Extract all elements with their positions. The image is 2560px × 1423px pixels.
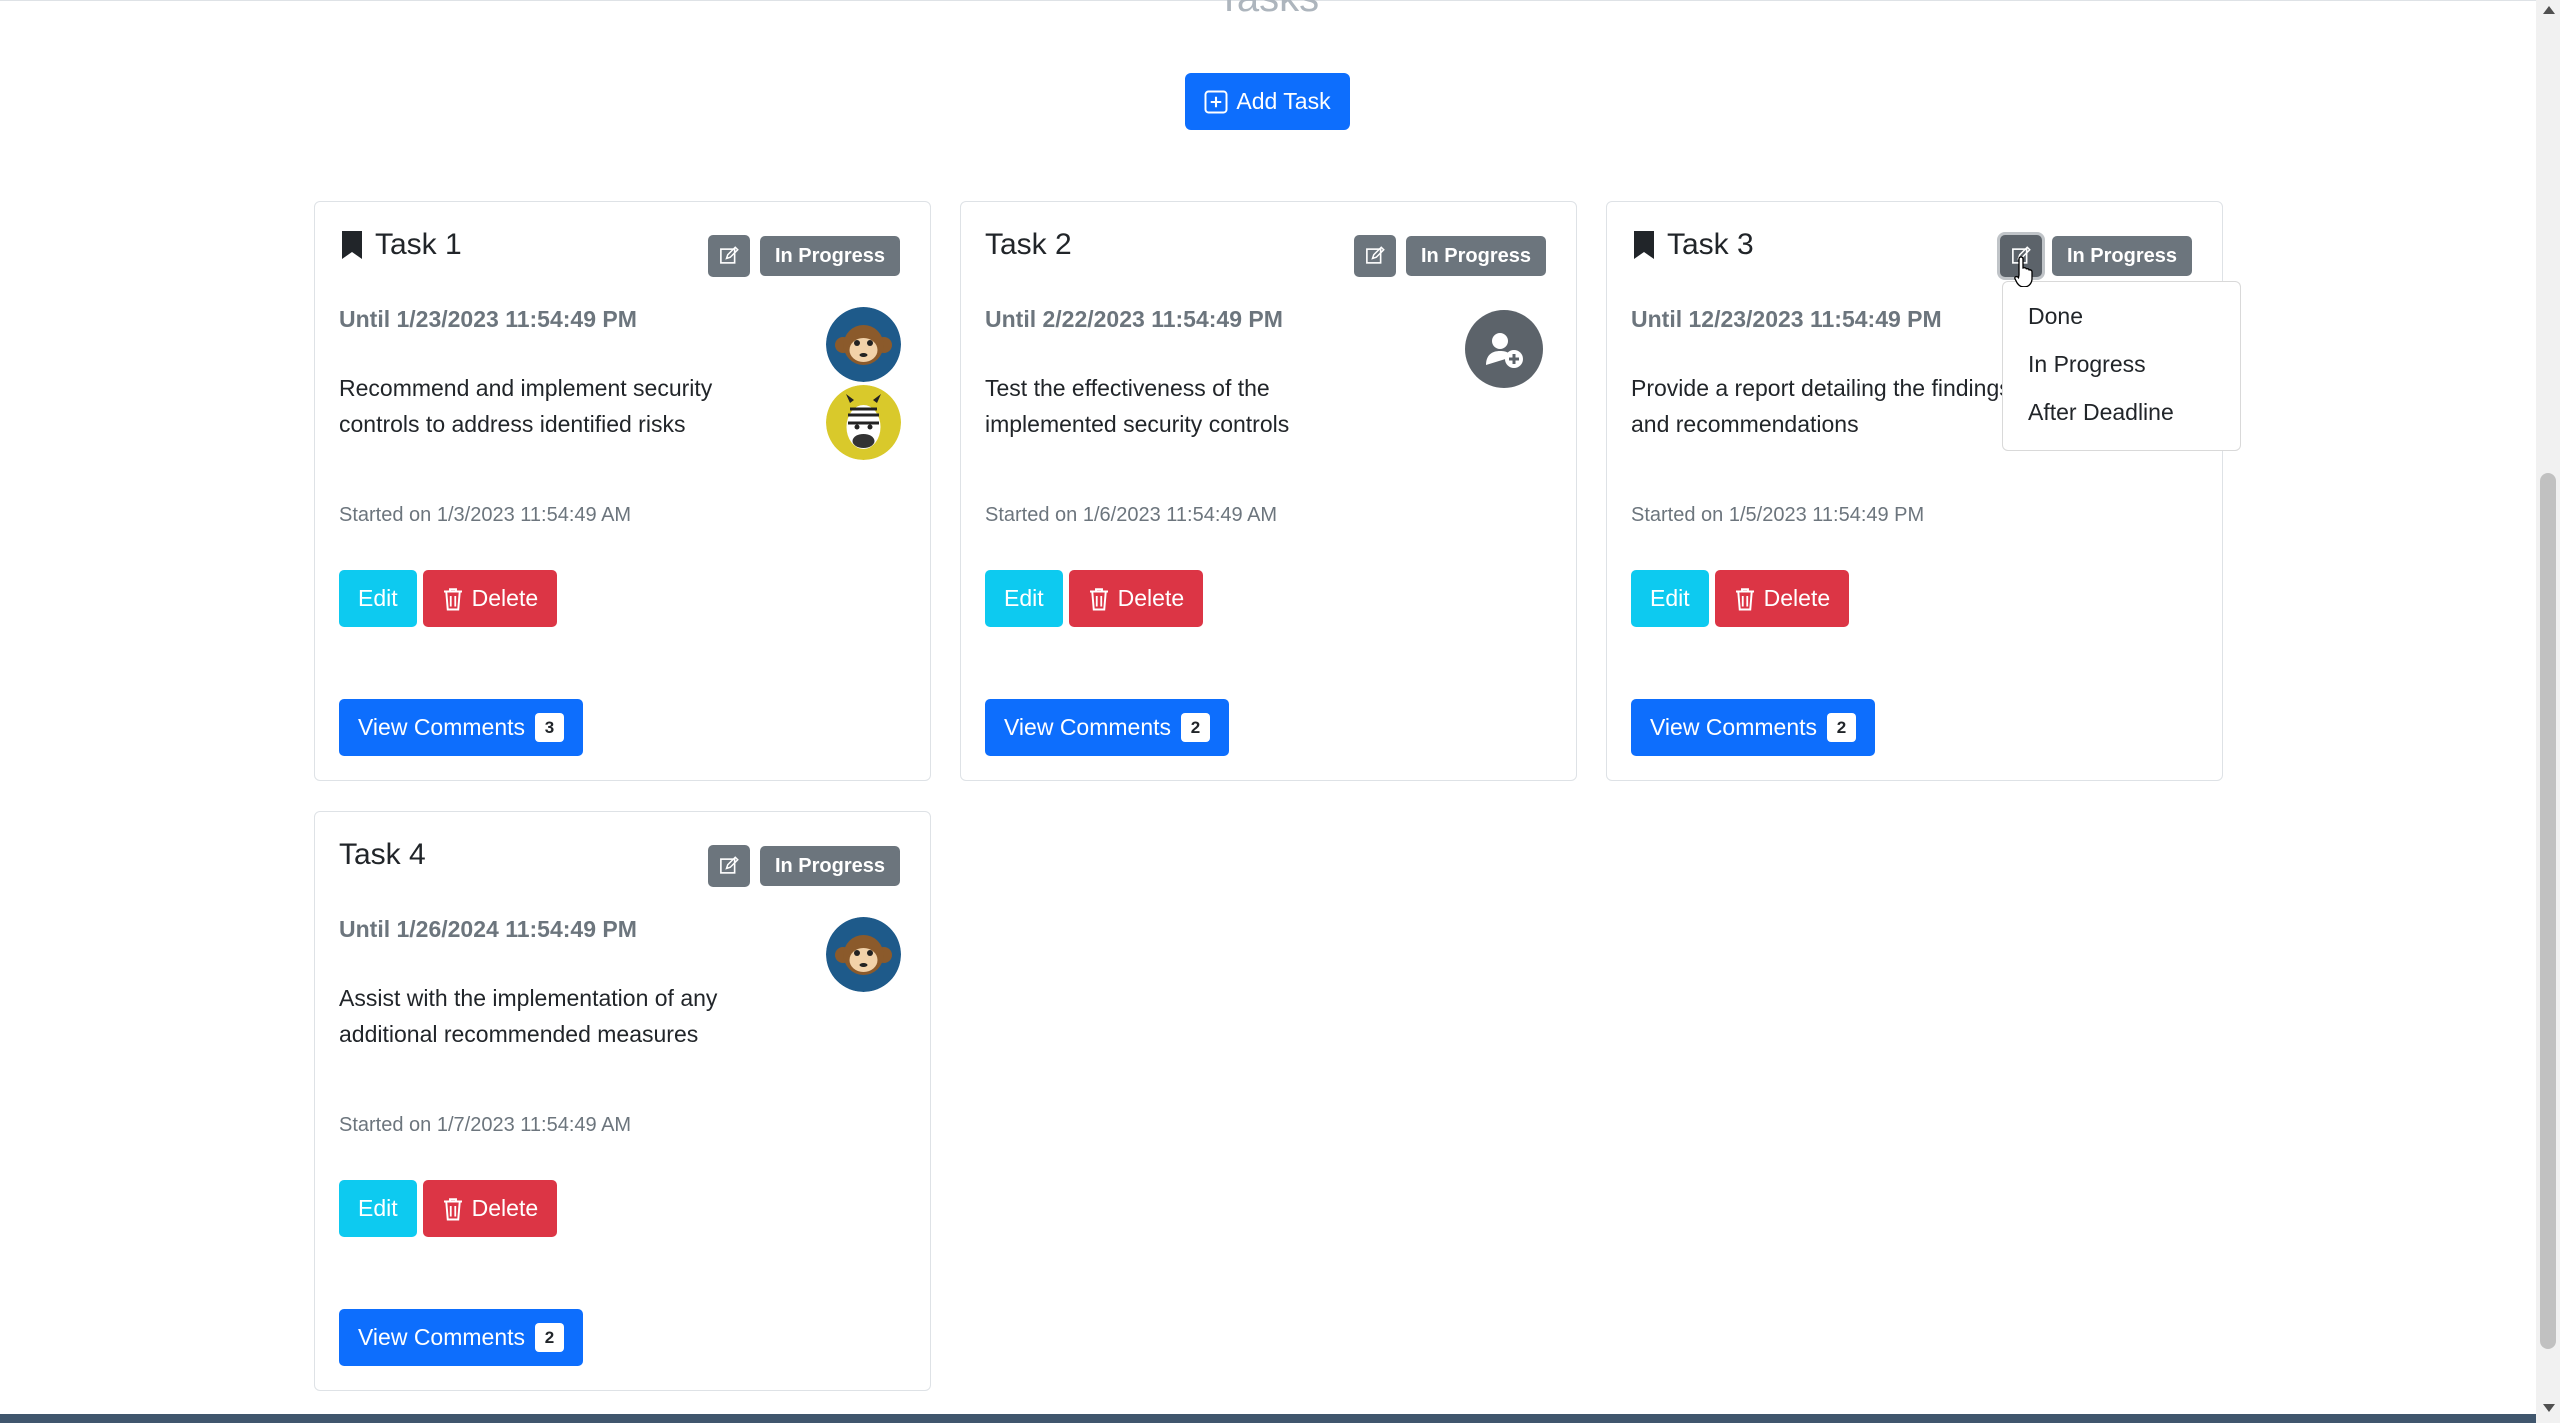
zebra-avatar[interactable] <box>826 385 901 460</box>
task-card-2: Task 2 In Progress Until 2/22/2023 11:54… <box>960 201 1577 781</box>
status-option-in-progress[interactable]: In Progress <box>2003 340 2240 388</box>
status-badge: In Progress <box>759 846 900 886</box>
task-description: Assist with the implementation of any ad… <box>339 985 718 1047</box>
task-description: Test the effectiveness of the implemente… <box>985 375 1290 437</box>
status-toggle-button[interactable] <box>707 845 750 887</box>
view-comments-button[interactable]: View Comments 3 <box>339 699 584 756</box>
vertical-scrollbar[interactable] <box>2536 0 2560 1423</box>
assignee-list <box>826 307 901 460</box>
task-card-4: Task 4 In Progress Until 1/26/2024 11:54… <box>314 811 931 1391</box>
add-task-label: Add Task <box>1236 88 1331 114</box>
task-title: Task 3 <box>1631 228 1754 262</box>
trash-icon <box>443 587 462 610</box>
monkey-avatar[interactable] <box>826 917 901 992</box>
edit-square-icon <box>1366 246 1385 264</box>
status-dropdown-menu: Done In Progress After Deadline <box>2002 281 2241 451</box>
view-comments-button[interactable]: View Comments 2 <box>1631 699 1876 756</box>
delete-button[interactable]: Delete <box>1714 570 1850 627</box>
scrollbar-thumb[interactable] <box>2540 473 2556 1349</box>
person-plus-icon <box>1486 333 1523 368</box>
trash-icon <box>1089 587 1108 610</box>
task-title: Task 1 <box>339 228 462 262</box>
status-badge: In Progress <box>2051 236 2192 276</box>
bookmark-icon <box>1634 231 1654 259</box>
status-option-done[interactable]: Done <box>2003 292 2240 340</box>
delete-button[interactable]: Delete <box>1068 570 1204 627</box>
comment-count-badge: 2 <box>535 1323 565 1352</box>
edit-square-icon <box>720 246 739 264</box>
task-title: Task 2 <box>985 228 1072 261</box>
task-due-date: Until 12/23/2023 11:54:49 PM <box>1631 306 1942 332</box>
comment-count-badge: 2 <box>1181 713 1211 742</box>
scroll-up-arrow-icon[interactable] <box>2543 6 2555 14</box>
task-start-date: Started on 1/7/2023 11:54:49 AM <box>339 1114 632 1136</box>
add-task-button[interactable]: Add Task <box>1185 73 1350 130</box>
bookmark-icon <box>342 231 362 259</box>
task-due-date: Until 1/26/2024 11:54:49 PM <box>339 916 637 942</box>
status-toggle-button[interactable] <box>1353 235 1396 277</box>
comment-count-badge: 3 <box>535 713 565 742</box>
task-start-date: Started on 1/3/2023 11:54:49 AM <box>339 504 632 526</box>
task-description: Recommend and implement security control… <box>339 375 713 437</box>
view-comments-button[interactable]: View Comments 2 <box>339 1309 584 1366</box>
edit-button[interactable]: Edit <box>339 570 417 627</box>
task-start-date: Started on 1/5/2023 11:54:49 PM <box>1631 504 1925 526</box>
status-option-after-deadline[interactable]: After Deadline <box>2003 388 2240 436</box>
status-badge: In Progress <box>1405 236 1546 276</box>
monkey-avatar[interactable] <box>826 307 901 382</box>
trash-icon <box>1735 587 1754 610</box>
task-title: Task 4 <box>339 838 426 871</box>
task-description: Provide a report detailing the findings … <box>1631 375 2011 437</box>
view-comments-button[interactable]: View Comments 2 <box>985 699 1230 756</box>
status-badge: In Progress <box>759 236 900 276</box>
edit-button[interactable]: Edit <box>1631 570 1709 627</box>
assignee-list <box>826 917 901 992</box>
edit-square-icon <box>720 856 739 874</box>
delete-button[interactable]: Delete <box>422 1180 558 1237</box>
task-card-1: Task 1 In Progress Until 1/23/2023 11:54… <box>314 201 931 781</box>
add-assignee-button[interactable] <box>1465 310 1543 388</box>
comment-count-badge: 2 <box>1827 713 1857 742</box>
edit-button[interactable]: Edit <box>339 1180 417 1237</box>
edit-button[interactable]: Edit <box>985 570 1063 627</box>
status-toggle-button[interactable] <box>707 235 750 277</box>
plus-square-icon <box>1204 90 1228 113</box>
delete-button[interactable]: Delete <box>422 570 558 627</box>
footer-strip <box>0 1414 2536 1423</box>
task-due-date: Until 2/22/2023 11:54:49 PM <box>985 306 1283 332</box>
hand-cursor-icon <box>2014 256 2033 287</box>
trash-icon <box>443 1197 462 1220</box>
page-title: Tasks <box>0 0 2536 18</box>
scroll-down-arrow-icon[interactable] <box>2543 1404 2555 1412</box>
task-due-date: Until 1/23/2023 11:54:49 PM <box>339 306 637 332</box>
task-start-date: Started on 1/6/2023 11:54:49 AM <box>985 504 1278 526</box>
